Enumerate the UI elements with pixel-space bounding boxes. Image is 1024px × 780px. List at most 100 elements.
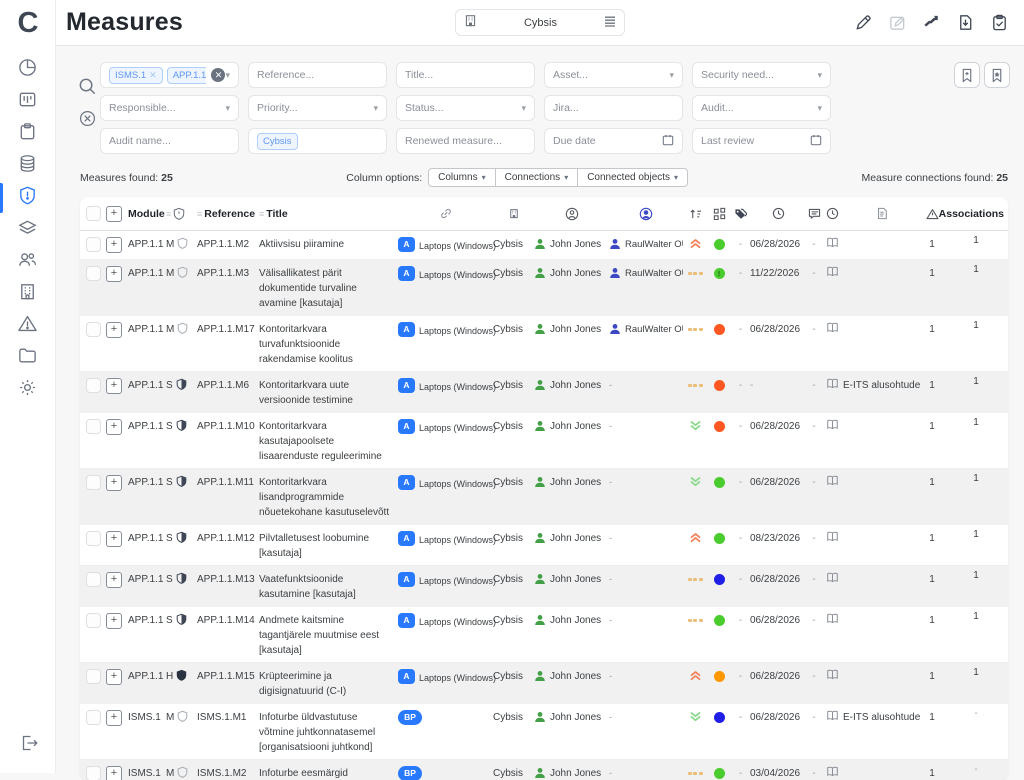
- title-column-header[interactable]: ≡Title: [259, 208, 398, 220]
- associations-column-header[interactable]: Associations: [944, 208, 1008, 220]
- table-row[interactable]: + APP.1.1 M APP.1.1.M3 Välisallikatest p…: [80, 260, 1008, 316]
- table-row[interactable]: + APP.1.1 S APP.1.1.M12 Pilvtalletusest …: [80, 525, 1008, 566]
- asset-cell[interactable]: BP: [398, 710, 493, 725]
- table-row[interactable]: + APP.1.1 M APP.1.1.M17 Kontoritarkvara …: [80, 316, 1008, 372]
- expand-row-button[interactable]: +: [106, 613, 122, 629]
- review-book-icon[interactable]: [822, 531, 843, 542]
- app-logo[interactable]: C: [0, 0, 55, 46]
- expand-all-button[interactable]: +: [106, 206, 122, 222]
- organization-column-icon[interactable]: [493, 207, 534, 220]
- review-book-icon[interactable]: [822, 237, 843, 248]
- responsible-org-column-icon[interactable]: [609, 207, 683, 221]
- export-file-icon[interactable]: [954, 12, 976, 34]
- due-date-column-icon[interactable]: [750, 207, 806, 220]
- row-checkbox[interactable]: [86, 378, 101, 393]
- title-cell[interactable]: Kontoritarkvara kasutajapoolsete lisaare…: [259, 419, 398, 464]
- row-checkbox[interactable]: [86, 322, 101, 337]
- asset-cell[interactable]: A Laptops (Windows): [398, 669, 493, 686]
- expand-row-button[interactable]: +: [106, 378, 122, 394]
- review-book-icon[interactable]: [822, 266, 843, 277]
- sidebar-item-settings[interactable]: [0, 374, 56, 406]
- review-column-icon[interactable]: [822, 207, 843, 220]
- asset-cell[interactable]: A Laptops (Windows): [398, 613, 493, 630]
- expand-row-button[interactable]: +: [106, 475, 122, 491]
- audit-filter[interactable]: Audit...▾: [692, 95, 831, 121]
- title-cell[interactable]: Pilvtalletusest loobumine [kasutaja]: [259, 531, 398, 561]
- row-checkbox[interactable]: [86, 613, 101, 628]
- due-date-filter[interactable]: Due date: [544, 128, 683, 154]
- reference-input[interactable]: [257, 69, 378, 81]
- link-column-icon[interactable]: [398, 207, 493, 220]
- module-filter[interactable]: ISMS.1✕ APP.1.1✕ ✕ ▾: [100, 62, 239, 88]
- asset-cell[interactable]: A Laptops (Windows): [398, 322, 493, 339]
- jira-filter[interactable]: [544, 95, 683, 121]
- asset-cell[interactable]: A Laptops (Windows): [398, 572, 493, 589]
- expand-row-button[interactable]: +: [106, 419, 122, 435]
- row-checkbox[interactable]: [86, 266, 101, 281]
- review-book-icon[interactable]: [822, 613, 843, 624]
- sidebar-item-layers[interactable]: [0, 214, 56, 246]
- expand-row-button[interactable]: +: [106, 322, 122, 338]
- priority-filter[interactable]: Priority...▾: [248, 95, 387, 121]
- expand-row-button[interactable]: +: [106, 531, 122, 547]
- audit-chip-filter[interactable]: Cybsis: [248, 128, 387, 154]
- row-checkbox[interactable]: [86, 237, 101, 252]
- saved-filters-bookmark-button[interactable]: [984, 62, 1010, 88]
- save-filter-bookmark-button[interactable]: [954, 62, 980, 88]
- expand-row-button[interactable]: +: [106, 237, 122, 253]
- asset-cell[interactable]: A Laptops (Windows): [398, 531, 493, 548]
- title-cell[interactable]: Vaatefunktsioonide kasutamine [kasutaja]: [259, 572, 398, 602]
- jira-input[interactable]: [553, 102, 674, 114]
- last-review-filter[interactable]: Last review: [692, 128, 831, 154]
- table-row[interactable]: + APP.1.1 S APP.1.1.M6 Kontoritarkvara u…: [80, 372, 1008, 413]
- title-filter[interactable]: [396, 62, 535, 88]
- row-checkbox[interactable]: [86, 419, 101, 434]
- title-cell[interactable]: Kontoritarkvara lisandprogrammide nõuete…: [259, 475, 398, 520]
- asset-cell[interactable]: A Laptops (Windows): [398, 378, 493, 395]
- sidebar-item-organization[interactable]: [0, 278, 56, 310]
- select-all-checkbox[interactable]: [86, 206, 101, 221]
- clear-selection-icon[interactable]: ✕: [211, 68, 225, 82]
- title-cell[interactable]: Kontoritarkvara turvafunktsioonide raken…: [259, 322, 398, 367]
- comment-column-icon[interactable]: [806, 208, 822, 220]
- table-row[interactable]: + ISMS.1 M ISMS.1.M2 Infoturbe eesmärgid…: [80, 760, 1008, 780]
- title-cell[interactable]: Andmete kaitsmine tagantjärele muutmise …: [259, 613, 398, 658]
- edit-note-icon[interactable]: [886, 12, 908, 34]
- audit-name-filter[interactable]: [100, 128, 239, 154]
- responsible-column-icon[interactable]: [534, 207, 609, 221]
- table-row[interactable]: + APP.1.1 H APP.1.1.M15 Krüpteerimine ja…: [80, 663, 1008, 704]
- review-book-icon[interactable]: [822, 322, 843, 333]
- row-checkbox[interactable]: [86, 572, 101, 587]
- asset-filter[interactable]: Asset...▾: [544, 62, 683, 88]
- sidebar-item-risks[interactable]: [0, 310, 56, 342]
- expand-row-button[interactable]: +: [106, 710, 122, 726]
- tags-column-icon[interactable]: [731, 207, 750, 220]
- title-cell[interactable]: Kontoritarkvara uute versioonide testimi…: [259, 378, 398, 408]
- title-cell[interactable]: Infoturbe eesmärgid [organisatsiooni juh…: [259, 766, 398, 780]
- asset-cell[interactable]: A Laptops (Windows): [398, 419, 493, 436]
- table-row[interactable]: + ISMS.1 M ISMS.1.M1 Infoturbe üldvastut…: [80, 704, 1008, 760]
- module-column-header[interactable]: Module: [128, 208, 166, 220]
- table-row[interactable]: + APP.1.1 S APP.1.1.M10 Kontoritarkvara …: [80, 413, 1008, 469]
- sidebar-item-board[interactable]: [0, 86, 56, 118]
- renewed-measure-input[interactable]: [405, 135, 526, 147]
- review-book-icon[interactable]: [822, 669, 843, 680]
- sidebar-item-users[interactable]: [0, 246, 56, 278]
- status-column-icon[interactable]: [707, 207, 731, 220]
- expand-row-button[interactable]: +: [106, 766, 122, 780]
- title-input[interactable]: [405, 69, 526, 81]
- review-book-icon[interactable]: [822, 419, 843, 430]
- row-checkbox[interactable]: [86, 531, 101, 546]
- asset-cell[interactable]: A Laptops (Windows): [398, 237, 493, 254]
- chip-close-icon[interactable]: ✕: [149, 69, 157, 82]
- expand-row-button[interactable]: +: [106, 266, 122, 282]
- row-checkbox[interactable]: [86, 475, 101, 490]
- audit-clipboard-icon[interactable]: [988, 12, 1010, 34]
- renewed-measure-filter[interactable]: [396, 128, 535, 154]
- row-checkbox[interactable]: [86, 766, 101, 780]
- calendar-icon[interactable]: [810, 134, 822, 148]
- row-checkbox[interactable]: [86, 669, 101, 684]
- calendar-icon[interactable]: [662, 134, 674, 148]
- review-book-icon[interactable]: [822, 378, 843, 389]
- table-row[interactable]: + APP.1.1 S APP.1.1.M14 Andmete kaitsmin…: [80, 607, 1008, 663]
